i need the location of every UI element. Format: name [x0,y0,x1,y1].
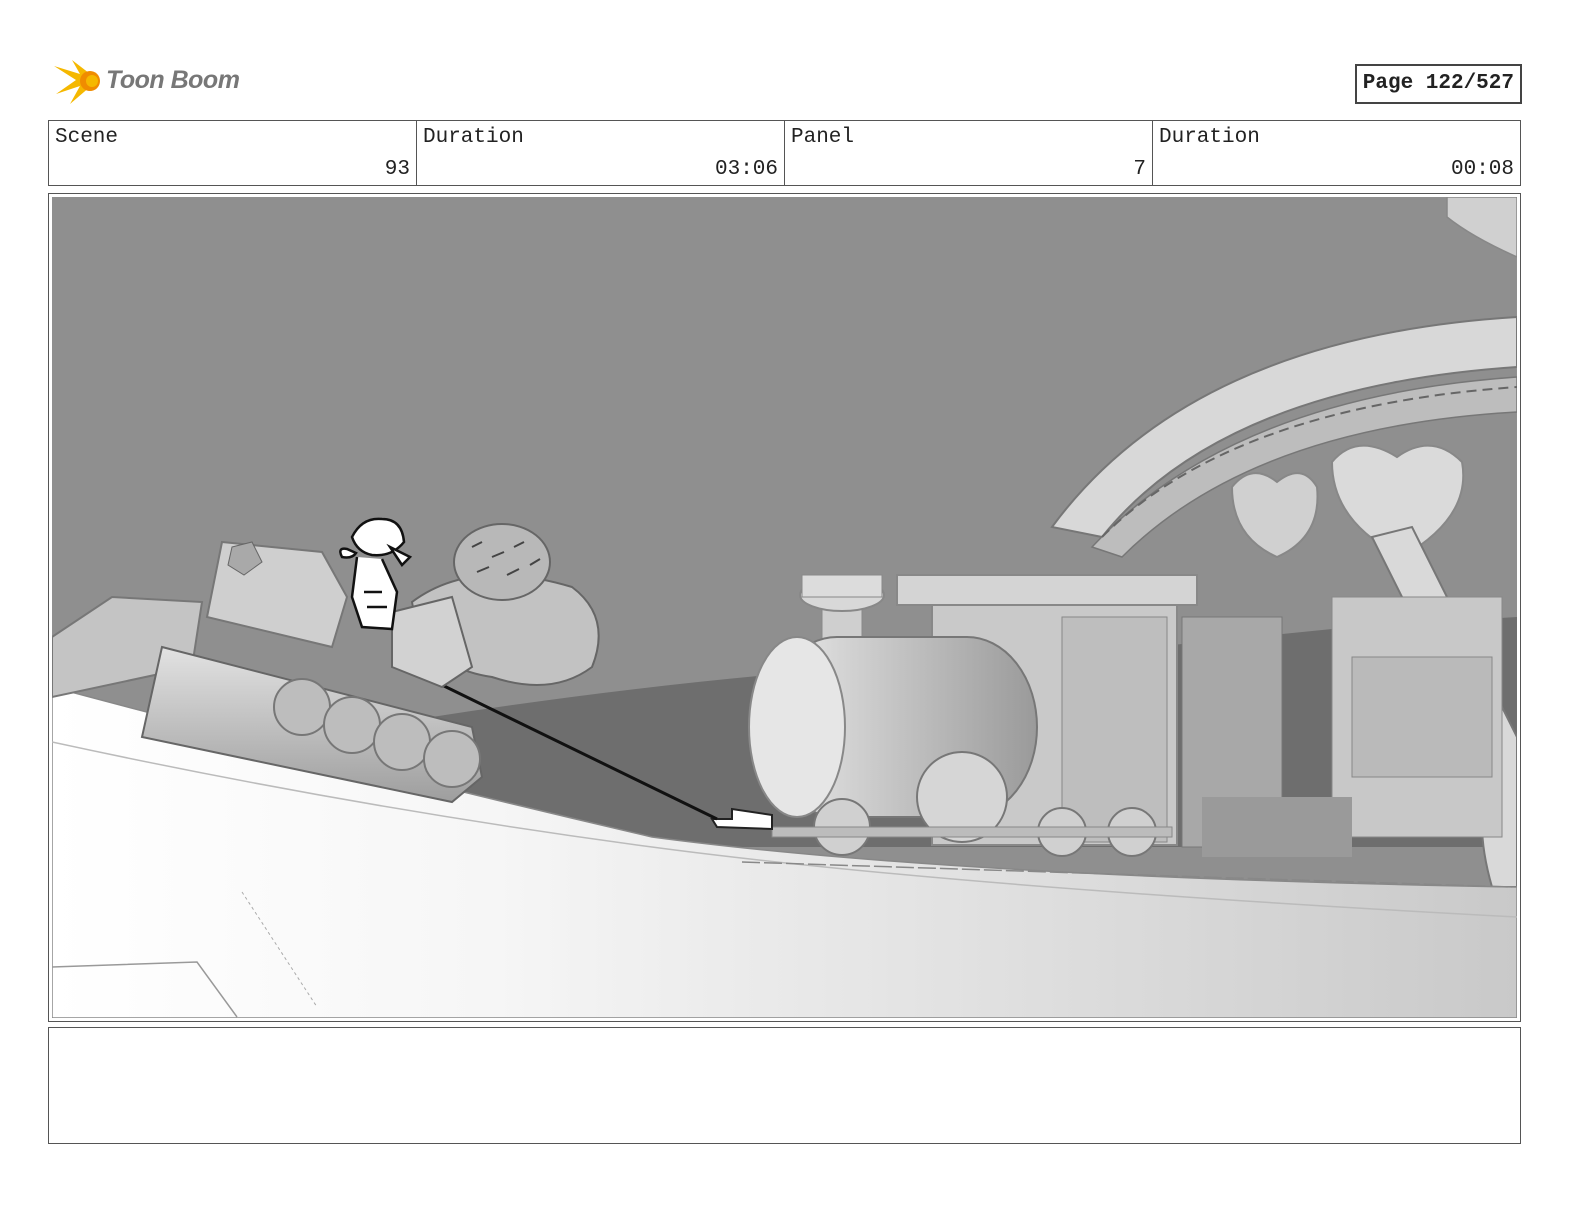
scene-cell: Scene 93 [49,121,417,185]
panel-cell: Panel 7 [785,121,1153,185]
toon-boom-logo: Toon Boom [50,56,250,108]
logo-text: Toon Boom [106,66,240,94]
storyboard-panel [48,193,1521,1022]
scene-duration-cell: Duration 03:06 [417,121,785,185]
panel-label: Panel [791,126,855,149]
panel-info-table: Scene 93 Duration 03:06 Panel 7 Duration… [48,120,1521,186]
scene-duration-value: 03:06 [714,158,778,181]
panel-duration-cell: Duration 00:08 [1153,121,1520,185]
panel-drawing [52,197,1517,1018]
panel-duration-label: Duration [1159,126,1260,149]
starburst-icon [54,60,100,104]
scene-label: Scene [55,126,119,149]
scene-duration-label: Duration [423,126,524,149]
page-indicator: Page 122/527 [1354,64,1522,104]
train-cars [1181,596,1503,857]
panel-value: 7 [1133,158,1146,181]
notes-box [48,1027,1521,1144]
panel-duration-value: 00:08 [1450,158,1514,181]
scene-value: 93 [384,158,410,181]
